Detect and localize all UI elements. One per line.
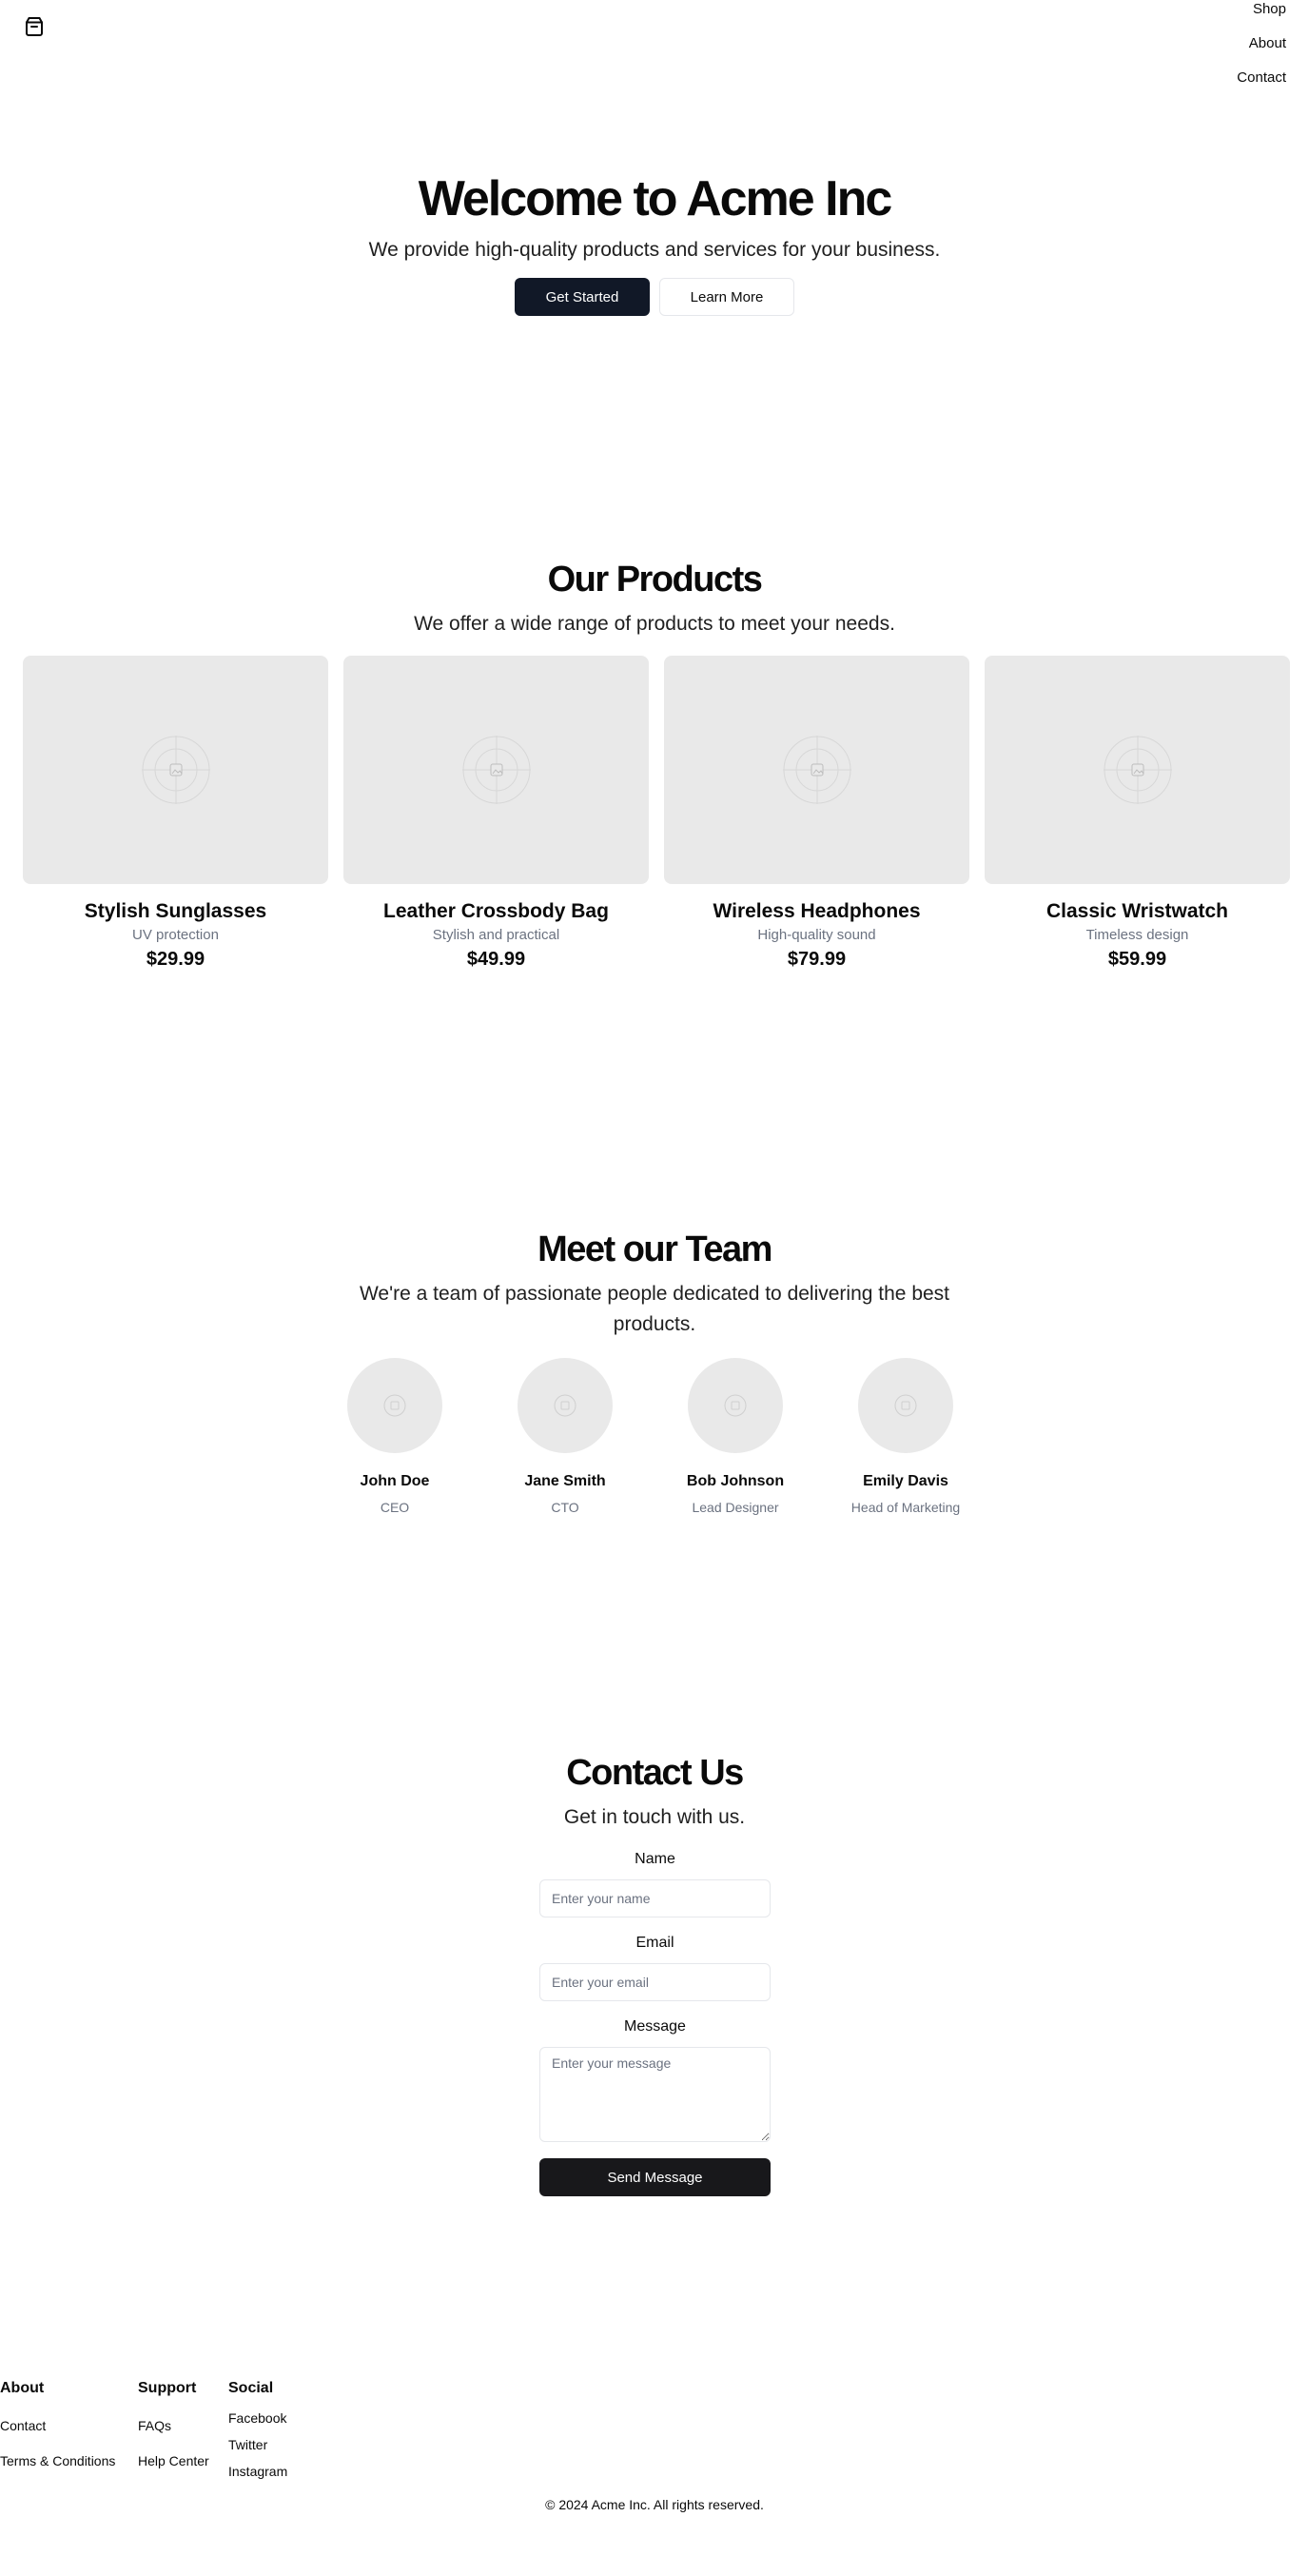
footer-link-twitter[interactable]: Twitter — [228, 2436, 287, 2453]
products-subtitle: We offer a wide range of products to mee… — [414, 613, 895, 635]
product-description: UV protection — [132, 927, 219, 943]
team-member-role: Head of Marketing — [850, 1500, 961, 1515]
avatar — [347, 1358, 442, 1453]
product-name: Wireless Headphones — [713, 900, 921, 922]
footer-link-contact[interactable]: Contact — [0, 2417, 115, 2434]
team-member: Emily Davis Head of Marketing — [851, 1358, 960, 1515]
email-field[interactable] — [539, 1963, 771, 2001]
message-label: Message — [624, 2018, 686, 2035]
contact-section: Contact Us Get in touch with us. — [0, 1751, 1309, 1833]
package-icon[interactable] — [23, 15, 46, 38]
product-card[interactable]: Wireless Headphones High-quality sound $… — [664, 656, 969, 972]
name-label: Name — [635, 1851, 675, 1867]
placeholder-image-icon — [383, 1394, 406, 1417]
placeholder-image-icon — [461, 736, 531, 804]
product-image — [343, 656, 649, 884]
team-member-name: John Doe — [360, 1473, 430, 1489]
placeholder-image-icon — [554, 1394, 576, 1417]
product-grid: Stylish Sunglasses UV protection $29.99 … — [23, 656, 1290, 972]
footer-link-help-center[interactable]: Help Center — [138, 2452, 209, 2469]
hero-subtitle: We provide high-quality products and ser… — [368, 239, 941, 261]
team-member-name: Emily Davis — [863, 1473, 948, 1489]
main-nav: Shop About Contact — [1237, 0, 1286, 104]
contact-title: Contact Us — [566, 1753, 744, 1793]
footer-link-faqs[interactable]: FAQs — [138, 2417, 209, 2434]
footer-column-about: About Contact Terms & Conditions — [0, 2379, 115, 2469]
contact-subtitle: Get in touch with us. — [563, 1806, 746, 1828]
footer-heading: Support — [138, 2380, 197, 2396]
product-card[interactable]: Stylish Sunglasses UV protection $29.99 — [23, 656, 328, 972]
nav-link-shop[interactable]: Shop — [1253, 1, 1286, 18]
product-description: High-quality sound — [757, 927, 876, 943]
team-member: Jane Smith CTO — [518, 1358, 613, 1515]
product-price: $59.99 — [1107, 949, 1167, 970]
product-name: Stylish Sunglasses — [84, 900, 267, 922]
footer-heading: About — [0, 2380, 45, 2396]
team-member-name: Bob Johnson — [686, 1473, 785, 1489]
avatar — [858, 1358, 953, 1453]
team-member-role: CEO — [380, 1500, 410, 1515]
footer-link-facebook[interactable]: Facebook — [228, 2409, 287, 2427]
product-image — [985, 656, 1290, 884]
footer-link-terms[interactable]: Terms & Conditions — [0, 2452, 115, 2469]
placeholder-image-icon — [894, 1394, 917, 1417]
product-name: Leather Crossbody Bag — [383, 900, 609, 922]
avatar — [518, 1358, 613, 1453]
email-label: Email — [635, 1935, 674, 1951]
contact-form: Name Email Message Send Message — [539, 1849, 771, 2196]
hero-buttons: Get Started Learn More — [0, 278, 1309, 316]
footer-heading: Social — [228, 2380, 274, 2396]
team-member-role: CTO — [551, 1500, 579, 1515]
product-image — [664, 656, 969, 884]
avatar — [688, 1358, 783, 1453]
products-section: Our Products We offer a wide range of pr… — [0, 558, 1309, 639]
get-started-button[interactable]: Get Started — [515, 278, 650, 316]
hero-section: Welcome to Acme Inc We provide high-qual… — [0, 169, 1309, 316]
learn-more-button[interactable]: Learn More — [659, 278, 794, 316]
nav-link-about[interactable]: About — [1249, 35, 1286, 52]
placeholder-image-icon — [1103, 736, 1172, 804]
team-grid: John Doe CEO Jane Smith CTO Bob Johnson … — [347, 1358, 960, 1515]
team-member: John Doe CEO — [347, 1358, 442, 1515]
product-image — [23, 656, 328, 884]
team-member-name: Jane Smith — [524, 1473, 606, 1489]
name-field[interactable] — [539, 1879, 771, 1917]
products-title: Our Products — [547, 560, 763, 600]
site-footer: About Contact Terms & Conditions Support… — [0, 2379, 1309, 2576]
product-price: $49.99 — [466, 949, 526, 970]
product-card[interactable]: Leather Crossbody Bag Stylish and practi… — [343, 656, 649, 972]
copyright-text: © 2024 Acme Inc. All rights reserved. — [545, 2497, 764, 2512]
send-message-button[interactable]: Send Message — [539, 2158, 771, 2196]
product-name: Classic Wristwatch — [1045, 900, 1229, 922]
team-subtitle: We're a team of passionate people dedica… — [359, 1283, 950, 1335]
footer-column-social: Social Facebook Twitter Instagram — [228, 2379, 287, 2480]
team-section: Meet our Team We're a team of passionate… — [0, 1228, 1309, 1340]
hero-title: Welcome to Acme Inc — [418, 171, 893, 226]
footer-column-support: Support FAQs Help Center — [138, 2379, 209, 2469]
nav-link-contact[interactable]: Contact — [1237, 69, 1286, 87]
placeholder-image-icon — [782, 736, 851, 804]
placeholder-image-icon — [724, 1394, 747, 1417]
product-price: $79.99 — [787, 949, 847, 970]
product-description: Timeless design — [1085, 927, 1189, 943]
product-description: Stylish and practical — [432, 927, 560, 943]
message-field[interactable] — [539, 2047, 771, 2142]
team-member-role: Lead Designer — [692, 1500, 779, 1515]
placeholder-image-icon — [141, 736, 210, 804]
product-price: $29.99 — [146, 949, 205, 970]
team-member: Bob Johnson Lead Designer — [687, 1358, 784, 1515]
footer-link-instagram[interactable]: Instagram — [228, 2463, 287, 2480]
team-title: Meet our Team — [537, 1229, 772, 1269]
site-header: Shop About Contact — [0, 0, 1309, 95]
product-card[interactable]: Classic Wristwatch Timeless design $59.9… — [985, 656, 1290, 972]
